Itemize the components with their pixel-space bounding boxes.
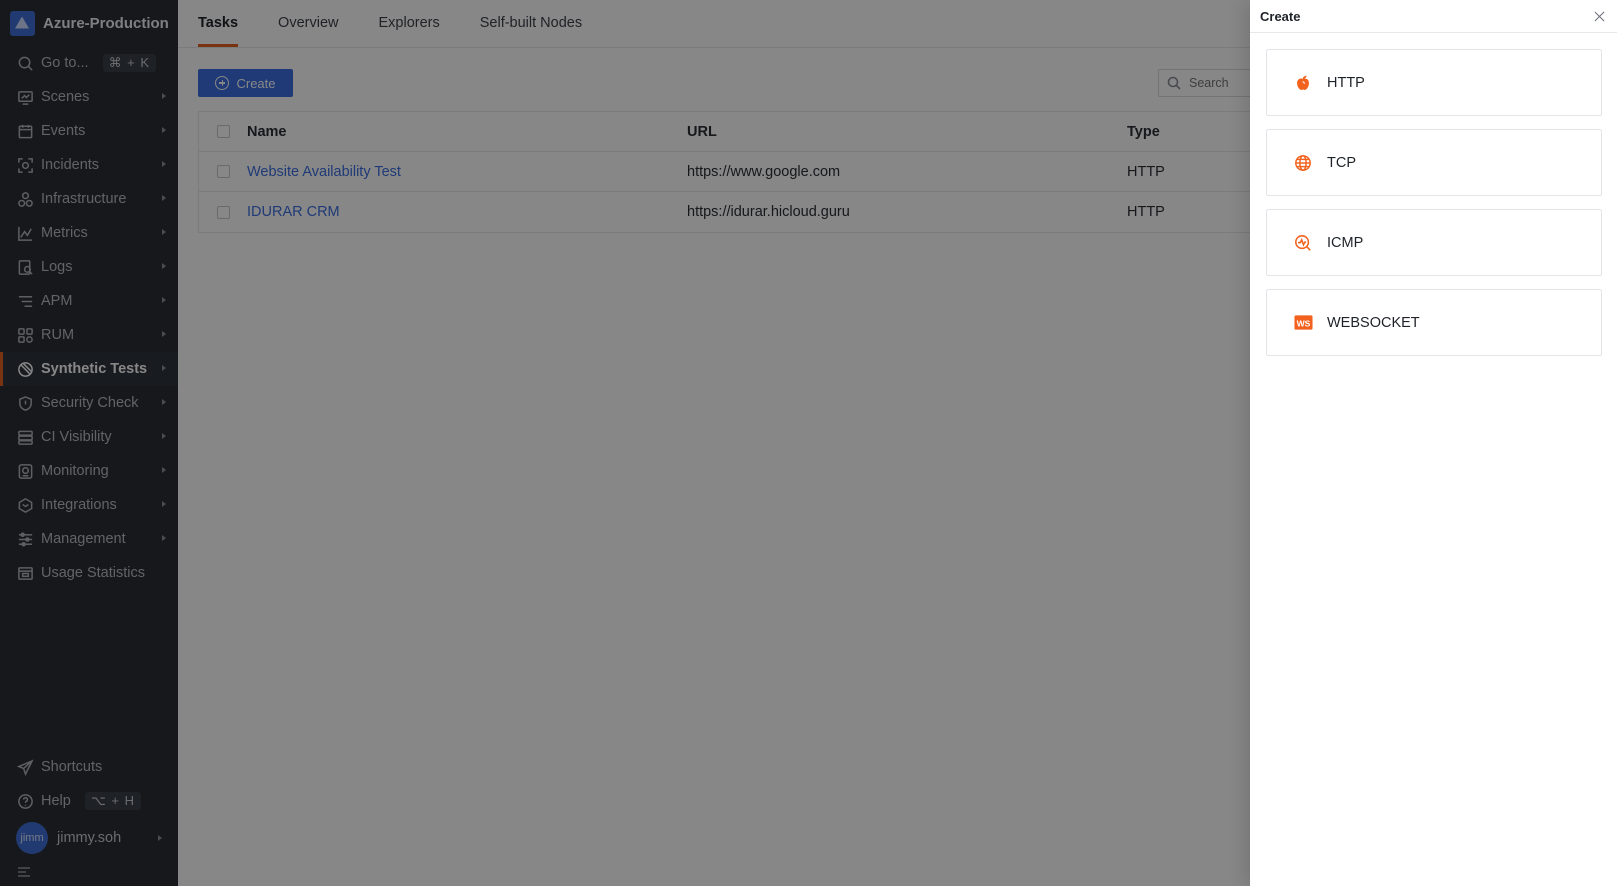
websocket-ws-icon: WS — [1293, 313, 1313, 333]
http-icon — [1293, 73, 1313, 93]
option-label: HTTP — [1327, 74, 1365, 91]
option-websocket[interactable]: WS WEBSOCKET — [1266, 289, 1602, 356]
ws-badge-text: WS — [1296, 318, 1310, 328]
create-drawer: Create HTTP TCP ICMP WS WEBSOCKET — [1250, 0, 1617, 886]
tcp-globe-icon — [1293, 153, 1313, 173]
option-label: TCP — [1327, 154, 1356, 171]
modal-overlay[interactable] — [0, 0, 1250, 886]
close-icon[interactable] — [1594, 11, 1605, 22]
option-icmp[interactable]: ICMP — [1266, 209, 1602, 276]
drawer-title: Create — [1260, 8, 1301, 24]
drawer-header: Create — [1250, 0, 1617, 33]
test-type-options: HTTP TCP ICMP WS WEBSOCKET — [1250, 33, 1617, 356]
option-label: WEBSOCKET — [1327, 314, 1420, 331]
option-http[interactable]: HTTP — [1266, 49, 1602, 116]
option-tcp[interactable]: TCP — [1266, 129, 1602, 196]
icmp-pulse-icon — [1293, 233, 1313, 253]
option-label: ICMP — [1327, 234, 1364, 251]
